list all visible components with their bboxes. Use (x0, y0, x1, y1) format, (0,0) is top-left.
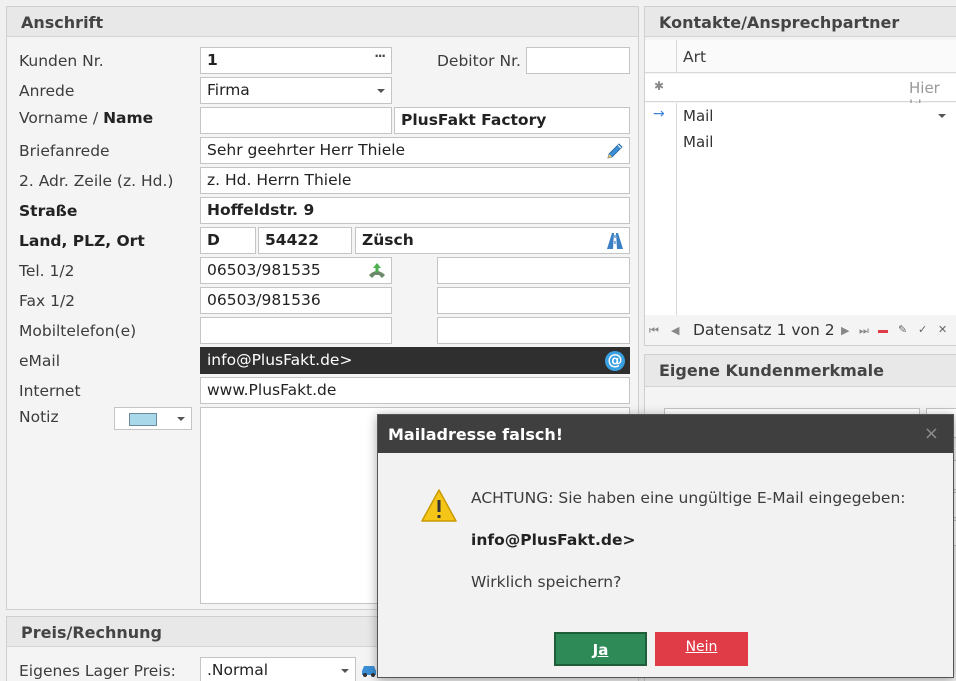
phone2-field[interactable] (437, 257, 630, 284)
first-record-icon[interactable]: ⏮ (649, 324, 659, 338)
ellipsis-icon[interactable]: ··· (374, 49, 386, 63)
chevron-down-icon (377, 89, 385, 93)
road-icon[interactable] (606, 232, 624, 250)
yes-button[interactable]: Ja (554, 632, 647, 666)
customer-no-field[interactable]: 1 ··· (200, 47, 392, 74)
contacts-grid-body: → Mail Mail (645, 103, 956, 315)
contacts-new-row[interactable]: ✱ Hier kl (645, 74, 956, 115)
note-label: Notiz (19, 408, 59, 426)
contacts-grid-header: Art (645, 40, 956, 73)
city-value: Züsch (362, 231, 414, 249)
email-label: eMail (19, 352, 61, 370)
invalid-email-text: info@PlusFakt.de> (471, 531, 636, 549)
column-art-header[interactable]: Art (683, 48, 706, 66)
prev-record-icon[interactable]: ◀ (671, 324, 679, 337)
mobile1-field[interactable] (200, 317, 392, 344)
phone1-value: 06503/981535 (207, 261, 321, 279)
row-indicator-arrow-icon: → (653, 106, 665, 122)
pencil-icon[interactable] (605, 141, 625, 161)
invalid-email-dialog: Mailadresse falsch! × ACHTUNG: Sie haben… (377, 414, 954, 678)
letter-salutation-value: Sehr geehrter Herr Thiele (207, 141, 406, 159)
last-record-icon[interactable]: ⏭ (859, 324, 869, 338)
country-field[interactable]: D (200, 227, 256, 254)
note-color-picker[interactable] (114, 407, 192, 430)
chevron-down-icon (177, 417, 185, 421)
own-stock-price-value: .Normal (207, 661, 269, 679)
street-label: Straße (19, 202, 78, 220)
contacts-row[interactable]: Mail (645, 129, 956, 155)
close-icon[interactable]: × (924, 423, 939, 444)
email-value: info@PlusFakt.de> (207, 351, 353, 369)
edit-record-icon[interactable]: ✎ (898, 323, 907, 336)
letter-salutation-field[interactable]: Sehr geehrter Herr Thiele (200, 137, 630, 164)
customer-no-label: Kunden Nr. (19, 52, 104, 70)
addr-line2-label: 2. Adr. Zeile (z. Hd.) (19, 172, 174, 190)
fax2-field[interactable] (437, 287, 630, 314)
city-field[interactable]: Züsch (355, 227, 630, 254)
dialog-title: Mailadresse falsch! (378, 415, 953, 453)
no-button[interactable]: Nein (655, 632, 748, 666)
name-label: Name (103, 109, 154, 127)
email-field[interactable]: info@PlusFakt.de> @ (200, 347, 630, 374)
mobile2-field[interactable] (437, 317, 630, 344)
debtor-no-label: Debitor Nr. (437, 52, 521, 70)
salutation-value: Firma (207, 81, 250, 99)
chevron-down-icon[interactable] (938, 114, 946, 118)
phone-icon[interactable] (367, 262, 387, 280)
confirm-question: Wirklich speichern? (471, 573, 622, 591)
record-counter: Datensatz 1 von 2 (693, 321, 835, 339)
contact-art-value: Mail (683, 133, 714, 151)
contacts-row-selected[interactable]: → Mail (645, 103, 956, 129)
next-record-icon[interactable]: ▶ (841, 324, 849, 337)
contacts-panel-title: Kontakte/Ansprechpartner (645, 7, 956, 37)
features-panel-title: Eigene Kundenmerkmale (645, 355, 956, 387)
label-slash: / (92, 109, 99, 127)
own-stock-price-label: Eigenes Lager Preis: (19, 662, 176, 680)
customer-no-value: 1 (207, 51, 218, 69)
warning-icon (421, 489, 457, 522)
delete-record-icon[interactable] (878, 330, 888, 333)
warning-text: ACHTUNG: Sie haben eine ungültige E-Mail… (471, 489, 906, 507)
salutation-label: Anrede (19, 82, 75, 100)
internet-field[interactable]: www.PlusFakt.de (200, 377, 630, 404)
grid-divider (676, 40, 677, 73)
fax1-field[interactable]: 06503/981536 (200, 287, 392, 314)
cancel-record-icon[interactable]: ✕ (938, 323, 947, 336)
firstname-label: Vorname (19, 109, 88, 127)
internet-label: Internet (19, 382, 81, 400)
zip-field[interactable]: 54422 (258, 227, 352, 254)
salutation-select[interactable]: Firma (200, 77, 392, 104)
address-panel-title: Anschrift (7, 7, 638, 37)
phone1-field[interactable]: 06503/981535 (200, 257, 392, 284)
addr-line2-field[interactable]: z. Hd. Herrn Thiele (200, 167, 630, 194)
contact-art-value: Mail (683, 107, 714, 125)
country-zip-city-label: Land, PLZ, Ort (19, 232, 145, 250)
car-icon[interactable] (360, 663, 378, 677)
save-record-icon[interactable]: ✓ (918, 323, 927, 336)
phone-label: Tel. 1/2 (19, 262, 75, 280)
chevron-down-icon (341, 669, 349, 673)
letter-salutation-label: Briefanrede (19, 142, 110, 160)
mobile-label: Mobiltelefon(e) (19, 322, 137, 340)
record-navigator: ⏮ ◀ Datensatz 1 von 2 ▶ ⏭ ✎ ✓ ✕ (645, 316, 956, 344)
firstname-name-label: Vorname / Name (19, 109, 153, 127)
new-row-icon: ✱ (654, 79, 665, 93)
color-swatch (129, 413, 157, 426)
fax-label: Fax 1/2 (19, 292, 76, 310)
own-stock-price-select[interactable]: .Normal (200, 657, 356, 681)
street-field[interactable]: Hoffeldstr. 9 (200, 197, 630, 224)
debtor-no-field[interactable] (526, 47, 630, 74)
firstname-field[interactable] (200, 107, 392, 134)
name-field[interactable]: PlusFakt Factory (394, 107, 630, 134)
at-icon[interactable]: @ (605, 351, 625, 371)
